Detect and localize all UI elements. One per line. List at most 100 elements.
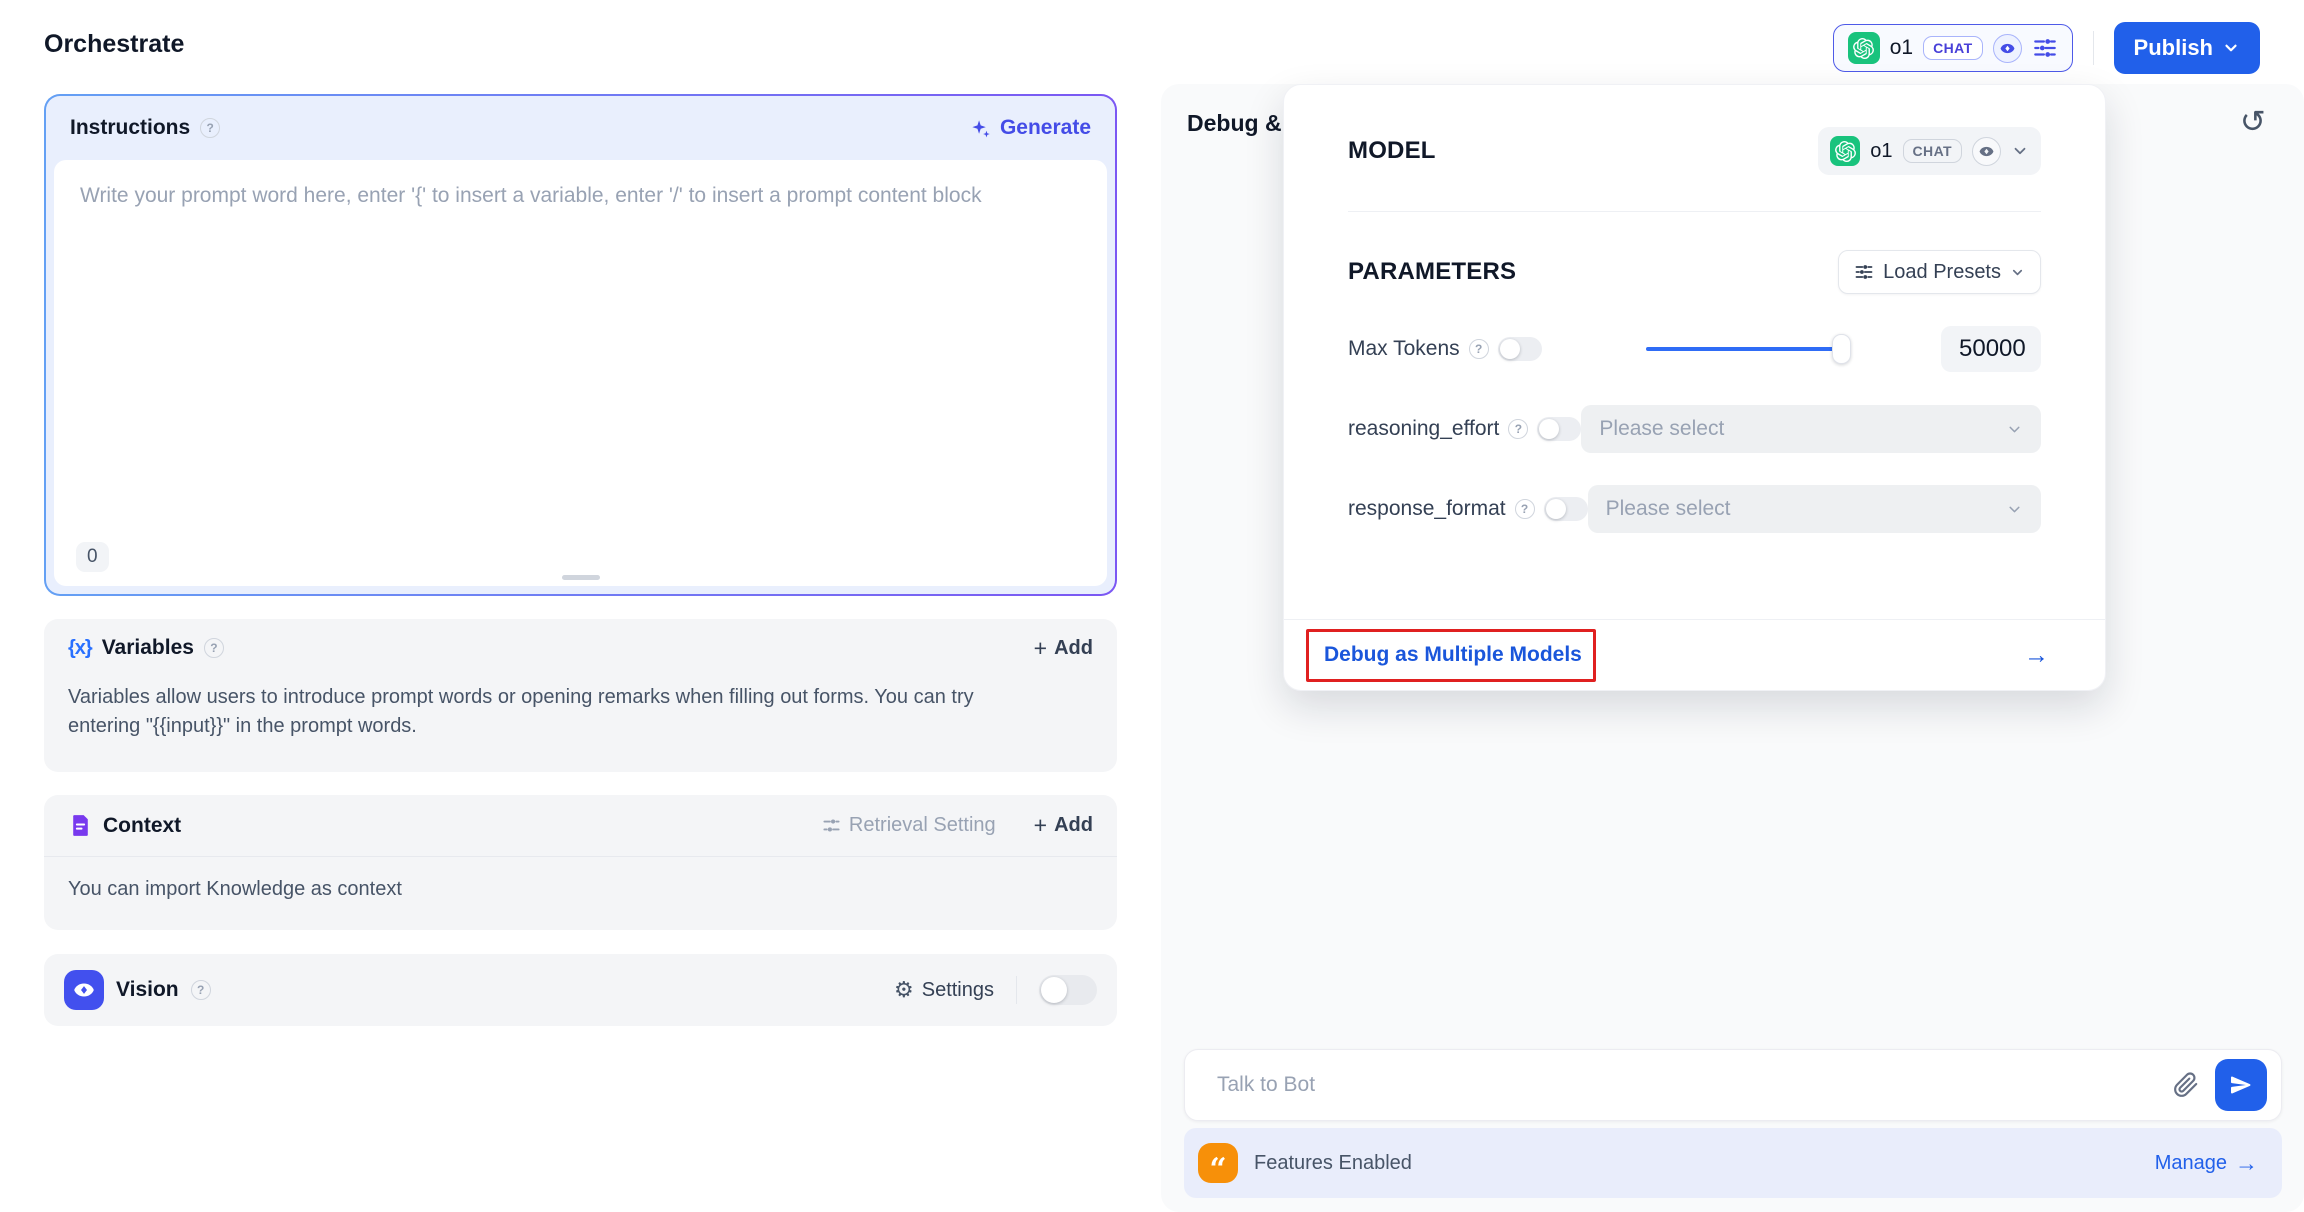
context-header: Context Retrieval Setting + Add (44, 795, 1117, 857)
prompt-input[interactable] (54, 160, 1107, 492)
model-parameters-popover: MODEL o1 CHAT PARAMETERS (1283, 84, 2106, 691)
popover-divider (1348, 211, 2041, 212)
add-variable-button[interactable]: + Add (1034, 637, 1093, 660)
publish-label: Publish (2134, 35, 2213, 61)
resize-handle[interactable] (562, 575, 600, 580)
help-icon[interactable]: ? (191, 980, 211, 1000)
vision-toggle[interactable] (1039, 975, 1097, 1005)
chat-input-bar (1184, 1049, 2282, 1121)
paperclip-icon[interactable] (2173, 1072, 2199, 1098)
response-format-select[interactable]: Please select (1588, 485, 2041, 533)
select-placeholder: Please select (1599, 417, 1724, 441)
max-tokens-slider[interactable] (1646, 333, 1851, 365)
context-title: Context (103, 814, 181, 838)
instructions-title: Instructions (70, 116, 190, 140)
app-root: Orchestrate o1 CHAT Publish Instructions (0, 0, 2304, 1212)
debug-multiple-models-link[interactable]: Debug as Multiple Models (1324, 643, 1582, 667)
reasoning-effort-toggle[interactable] (1537, 417, 1581, 441)
vision-settings-button[interactable]: ⚙ Settings (894, 979, 994, 1002)
sparkle-icon (969, 117, 992, 140)
help-icon[interactable]: ? (1508, 419, 1528, 439)
model-parameters-icon[interactable] (2032, 35, 2058, 61)
instructions-header: Instructions ? Generate (46, 96, 1115, 160)
help-icon[interactable]: ? (204, 638, 224, 658)
instructions-editor: 0 (54, 160, 1107, 586)
param-row-response-format: response_format ? Please select (1348, 484, 2041, 534)
variables-section: {x} Variables ? + Add Variables allow us… (44, 619, 1117, 772)
chat-input[interactable] (1185, 1050, 2173, 1120)
vision-capability-icon (1972, 137, 2001, 166)
help-icon[interactable]: ? (200, 118, 220, 138)
help-icon[interactable]: ? (1515, 499, 1535, 519)
model-selector[interactable]: o1 CHAT (1833, 24, 2073, 72)
max-tokens-value-input[interactable]: 50000 (1941, 326, 2041, 372)
param-label: Max Tokens (1348, 337, 1460, 361)
add-context-label: Add (1054, 814, 1093, 837)
variables-brace-icon: {x} (68, 637, 92, 660)
send-icon (2229, 1073, 2253, 1097)
context-section: Context Retrieval Setting + Add You can … (44, 795, 1117, 930)
vision-title: Vision (116, 978, 179, 1002)
vision-eye-icon (64, 970, 104, 1010)
vision-section: Vision ? ⚙ Settings (44, 954, 1117, 1026)
reasoning-effort-select[interactable]: Please select (1581, 405, 2041, 453)
arrow-right-icon[interactable]: → (2024, 643, 2049, 668)
vision-settings-label: Settings (922, 979, 994, 1002)
model-name: o1 (1870, 140, 1892, 163)
variables-description: Variables allow users to introduce promp… (44, 677, 1074, 741)
vision-divider (1016, 976, 1017, 1004)
openai-logo-icon (1830, 136, 1860, 166)
load-presets-label: Load Presets (1883, 261, 2001, 284)
model-mode-badge: CHAT (1923, 36, 1982, 60)
retrieval-setting-button[interactable]: Retrieval Setting (822, 814, 996, 837)
variables-header: {x} Variables ? + Add (44, 619, 1117, 677)
param-row-reasoning-effort: reasoning_effort ? Please select (1348, 404, 2041, 454)
instructions-panel: Instructions ? Generate 0 (44, 94, 1117, 596)
param-label: response_format (1348, 497, 1506, 521)
gear-icon: ⚙ (894, 979, 914, 1001)
publish-button[interactable]: Publish (2114, 22, 2260, 74)
context-description: You can import Knowledge as context (44, 857, 1074, 904)
select-placeholder: Please select (1606, 497, 1731, 521)
features-bar: “ Features Enabled Manage → (1184, 1128, 2282, 1198)
reset-icon[interactable]: ↺ (2240, 104, 2266, 140)
arrow-right-icon: → (2235, 1152, 2258, 1175)
chevron-down-icon (2222, 39, 2240, 57)
chevron-down-icon (2010, 265, 2025, 280)
add-context-button[interactable]: + Add (1034, 814, 1093, 837)
variables-title: Variables (102, 636, 194, 660)
retrieval-setting-label: Retrieval Setting (849, 814, 996, 837)
model-name: o1 (1890, 36, 1913, 60)
topbar-right: o1 CHAT Publish (1833, 22, 2260, 74)
param-label: reasoning_effort (1348, 417, 1499, 441)
plus-icon: + (1034, 637, 1047, 660)
plus-icon: + (1034, 814, 1047, 837)
quote-icon: “ (1198, 1143, 1238, 1183)
topbar-divider (2093, 31, 2094, 65)
response-format-toggle[interactable] (1544, 497, 1588, 521)
model-mode-badge: CHAT (1903, 139, 1962, 163)
chevron-down-icon (2006, 501, 2023, 518)
generate-button[interactable]: Generate (969, 116, 1091, 140)
param-row-max-tokens: Max Tokens ? 50000 (1348, 324, 2041, 374)
load-presets-button[interactable]: Load Presets (1838, 250, 2041, 294)
add-variable-label: Add (1054, 637, 1093, 660)
vision-capability-icon (1993, 34, 2022, 63)
char-count-badge: 0 (76, 542, 109, 572)
popover-footer: Debug as Multiple Models → (1284, 619, 2105, 690)
chevron-down-icon (2006, 421, 2023, 438)
popover-model-selector[interactable]: o1 CHAT (1818, 127, 2041, 175)
send-button[interactable] (2215, 1059, 2267, 1111)
slider-thumb[interactable] (1832, 334, 1851, 364)
page-title: Orchestrate (44, 30, 184, 59)
manage-button[interactable]: Manage → (2155, 1152, 2258, 1175)
retrieval-tune-icon (822, 816, 841, 835)
model-section-title: MODEL (1348, 137, 1436, 165)
parameters-section-title: PARAMETERS (1348, 258, 1516, 286)
manage-label: Manage (2155, 1152, 2227, 1175)
openai-logo-icon (1848, 32, 1880, 64)
max-tokens-toggle[interactable] (1498, 337, 1542, 361)
help-icon[interactable]: ? (1469, 339, 1489, 359)
document-icon (68, 813, 93, 838)
presets-tune-icon (1854, 262, 1874, 282)
